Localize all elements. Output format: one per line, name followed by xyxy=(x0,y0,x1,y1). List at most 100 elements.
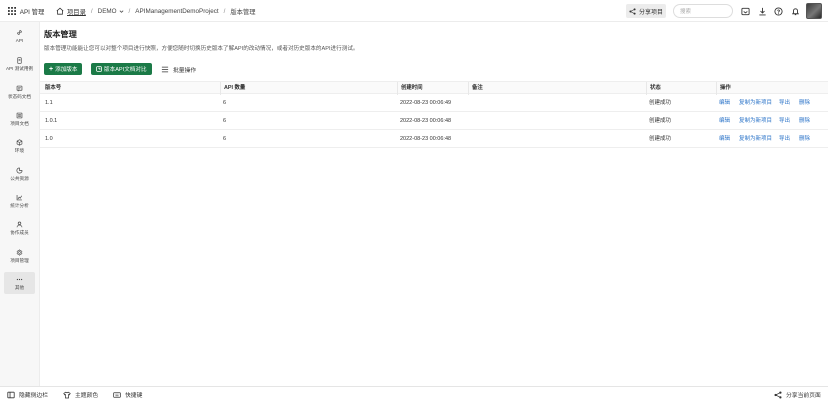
chevron-down-icon xyxy=(119,9,124,13)
edit-link[interactable]: 编辑 xyxy=(719,94,730,112)
export-link[interactable]: 导出 xyxy=(779,94,790,112)
page-description: 版本管理功能能让您可以对整个项目进行快照，方便您随时切换历史版本了解API的改动… xyxy=(44,46,359,52)
version-cell: 1.1 xyxy=(45,100,53,106)
brand-label: API 管理 xyxy=(19,8,45,16)
grid-menu-icon xyxy=(7,7,16,15)
breadcrumb-home[interactable]: 项目录 xyxy=(56,7,86,16)
export-link[interactable]: 导出 xyxy=(779,112,790,130)
api-count-cell: 6 xyxy=(223,118,227,124)
status-cell: 创建成功 xyxy=(649,100,672,106)
link-icon xyxy=(17,30,22,35)
breadcrumb-project[interactable]: APIManagementDemoProject xyxy=(135,8,218,15)
sidebar-item-label: 协作成员 xyxy=(10,229,29,235)
batch-operations-button[interactable]: 批量操作 xyxy=(161,63,196,75)
sidebar-item-label: API 测试用例 xyxy=(5,65,34,71)
status-cell: 创建成功 xyxy=(649,136,672,142)
sidebar-item-label: 统计分析 xyxy=(10,202,29,208)
sidebar-item-project-docs[interactable]: 项目文档 xyxy=(4,108,35,130)
breadcrumb-current-page: 版本管理 xyxy=(230,8,256,16)
add-version-button[interactable]: + 添加版本 xyxy=(44,63,83,75)
sidebar-item-status-codes[interactable]: 状态码文档 xyxy=(4,81,35,103)
compare-icon xyxy=(96,66,102,72)
keyboard-icon xyxy=(113,391,121,398)
shortcuts-button[interactable]: 快捷键 xyxy=(113,387,142,401)
help-button[interactable] xyxy=(773,6,783,16)
user-avatar[interactable] xyxy=(806,3,822,19)
delete-link[interactable]: 删除 xyxy=(799,130,810,148)
breadcrumb-separator: / xyxy=(90,7,93,15)
breadcrumb: 项目录 / DEMO / APIManagementDemoProject / … xyxy=(56,0,256,22)
sidebar: API API 测试用例 状态码文档 项目文档 环境 公共资源 统计分析 协作成… xyxy=(0,22,40,386)
shirt-icon xyxy=(63,391,71,398)
add-version-label: 添加版本 xyxy=(55,67,78,73)
bell-icon xyxy=(791,7,799,15)
user-icon xyxy=(16,221,23,227)
api-count-cell: 6 xyxy=(223,100,227,106)
breadcrumb-home-label: 项目录 xyxy=(67,8,86,16)
edit-link[interactable]: 编辑 xyxy=(719,130,730,148)
cube-icon xyxy=(16,138,23,146)
shortcuts-label: 快捷键 xyxy=(125,393,143,399)
resource-icon xyxy=(16,166,23,173)
share-page-label: 分享当前页面 xyxy=(786,393,821,399)
created-time-cell: 2022-08-23 00:06:48 xyxy=(400,118,452,124)
breadcrumb-team[interactable]: DEMO xyxy=(98,8,124,15)
created-time-cell: 2022-08-23 00:06:49 xyxy=(400,100,452,106)
edit-link[interactable]: 编辑 xyxy=(719,112,730,130)
share-icon xyxy=(774,390,782,399)
more-icon xyxy=(16,278,23,280)
chart-icon xyxy=(16,194,23,200)
table-row: 1.0.1 6 2022-08-23 00:06:48 创建成功 编辑 复制为新… xyxy=(40,112,828,130)
sidebar-item-environment[interactable]: 环境 xyxy=(4,135,35,157)
share-project-button[interactable]: 分享项目 xyxy=(626,4,666,18)
sidebar-item-other[interactable]: 其他 xyxy=(4,272,35,294)
download-button[interactable] xyxy=(757,6,767,16)
batch-operations-label: 批量操作 xyxy=(173,67,197,74)
sidebar-item-members[interactable]: 协作成员 xyxy=(4,217,35,239)
hide-sidebar-button[interactable]: 隐藏侧边栏 xyxy=(7,387,48,401)
sidebar-toggle-icon xyxy=(7,391,15,398)
sidebar-item-label: 项目文档 xyxy=(10,120,29,126)
sidebar-item-api[interactable]: API xyxy=(4,25,35,47)
notification-button[interactable] xyxy=(790,6,800,16)
share-project-label: 分享项目 xyxy=(638,9,663,16)
home-icon xyxy=(56,7,64,15)
download-icon xyxy=(758,7,766,15)
sidebar-item-label: API xyxy=(15,38,24,43)
status-code-icon xyxy=(16,85,23,91)
sidebar-item-api-test-cases[interactable]: API 测试用例 xyxy=(4,53,35,75)
document-icon xyxy=(17,56,22,64)
copy-as-project-link[interactable]: 复制为新项目 xyxy=(739,112,772,130)
copy-as-project-link[interactable]: 复制为新项目 xyxy=(739,94,772,112)
api-count-cell: 6 xyxy=(223,136,227,142)
delete-link[interactable]: 删除 xyxy=(799,94,810,112)
bottom-bar: 隐藏侧边栏 主题颜色 快捷键 分享当前页面 xyxy=(0,386,828,401)
sidebar-item-label: 状态码文档 xyxy=(8,93,31,99)
breadcrumb-separator: / xyxy=(223,7,226,15)
sidebar-item-statistics[interactable]: 统计分析 xyxy=(4,190,35,212)
gear-icon xyxy=(16,248,23,256)
sidebar-item-label: 公共资源 xyxy=(10,175,29,181)
plus-icon: + xyxy=(49,65,54,73)
share-page-button[interactable]: 分享当前页面 xyxy=(774,387,821,401)
version-cell: 1.0 xyxy=(45,136,53,142)
sidebar-item-label: 其他 xyxy=(14,284,25,290)
theme-color-label: 主题颜色 xyxy=(75,393,99,399)
sidebar-item-label: 环境 xyxy=(14,147,25,153)
sidebar-item-project-settings[interactable]: 项目管理 xyxy=(4,245,35,267)
share-icon xyxy=(629,7,636,15)
compare-docs-button[interactable]: 版本API文档对比 xyxy=(91,63,152,75)
compare-docs-label: 版本API文档对比 xyxy=(104,67,147,73)
copy-as-project-link[interactable]: 复制为新项目 xyxy=(739,130,772,148)
search-input[interactable]: 搜索 xyxy=(673,4,733,18)
delete-link[interactable]: 删除 xyxy=(799,112,810,130)
version-cell: 1.0.1 xyxy=(45,118,58,124)
export-link[interactable]: 导出 xyxy=(779,130,790,148)
theme-color-button[interactable]: 主题颜色 xyxy=(63,387,98,401)
table-row: 1.1 6 2022-08-23 00:06:49 创建成功 编辑 复制为新项目… xyxy=(40,94,828,112)
message-icon xyxy=(740,7,750,15)
sidebar-item-public-resources[interactable]: 公共资源 xyxy=(4,163,35,185)
app-menu-button[interactable]: API 管理 xyxy=(0,0,52,22)
page-title: 版本管理 xyxy=(44,30,77,39)
message-button[interactable] xyxy=(740,6,750,16)
